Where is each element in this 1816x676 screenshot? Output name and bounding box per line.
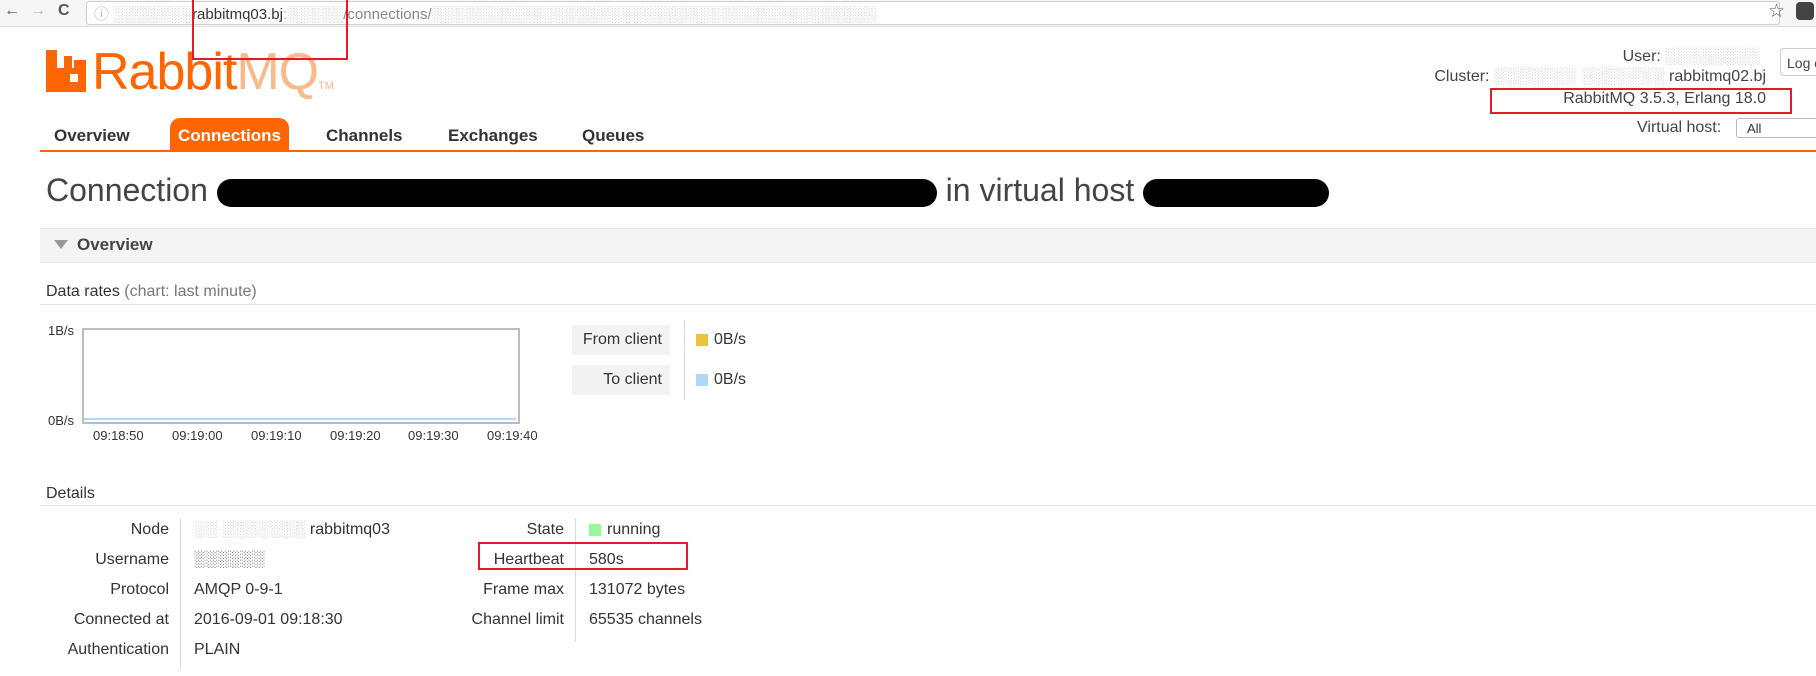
channel-limit-value: 65535 channels (589, 611, 702, 628)
x-tick: 09:19:00 (172, 428, 223, 443)
cluster-value-redacted: ░░░░░░░ ░░░░░░░ (1493, 68, 1665, 85)
tab-underline (40, 150, 1816, 152)
rabbitmq-logo-icon (46, 50, 86, 92)
authentication-value: PLAIN (194, 641, 241, 658)
frame-max-value: 131072 bytes (589, 581, 686, 598)
redacted-connection-name (216, 178, 937, 207)
logout-button[interactable]: Log out (1780, 48, 1816, 76)
annotation-box-version (1490, 88, 1792, 114)
back-icon[interactable]: ← (4, 2, 20, 20)
node-value-redacted: ░░ ░░░░░░░ (194, 521, 306, 538)
legend-to-client-value: 0B/s (714, 371, 747, 388)
x-tick: 09:19:30 (408, 428, 459, 443)
frame-max-label: Frame max (483, 581, 564, 598)
redacted-vhost (1143, 178, 1330, 207)
url-path: /connections/ (343, 6, 432, 23)
cluster-value: rabbitmq02.bj (1669, 68, 1766, 85)
tab-channels[interactable]: Channels (318, 118, 411, 150)
title-prefix: Connection (46, 172, 208, 208)
data-rates-title: Data rates (46, 283, 120, 300)
user-info: User: ░░░░░░░░ (1623, 48, 1760, 66)
node-value-text: rabbitmq03 (309, 521, 390, 538)
connected-at-label: Connected at (73, 611, 169, 628)
data-rates-chart (82, 328, 520, 424)
legend-from-client-value: 0B/s (714, 331, 747, 348)
username-label: Username (95, 551, 169, 568)
user-label: User: (1622, 48, 1661, 65)
legend-from-client-swatch (696, 334, 708, 346)
logo-tm: TM (318, 80, 334, 92)
details-divider (40, 505, 1816, 506)
cluster-info: Cluster: ░░░░░░░ ░░░░░░░ rabbitmq02.bj (1434, 68, 1766, 86)
chart-series-line (84, 418, 516, 420)
annotation-box-heartbeat (478, 542, 688, 570)
extension-icon[interactable] (1796, 2, 1814, 20)
url-tail: ░░░░░░░░░░░░░░░░░░░░░░░░░░░░░░░░░░░░░░░░ (431, 6, 877, 23)
y-tick-top: 1B/s (48, 323, 75, 338)
data-rates-heading: Data rates (chart: last minute) (46, 283, 257, 301)
state-indicator-icon (589, 524, 601, 536)
y-tick-bottom: 0B/s (48, 413, 75, 428)
legend-divider (684, 320, 685, 400)
forward-icon[interactable]: → (30, 2, 46, 20)
data-rates-divider (40, 304, 1816, 305)
authentication-label: Authentication (67, 641, 169, 658)
legend-to-client-label: To client (572, 365, 670, 395)
tab-queues[interactable]: Queues (574, 118, 652, 150)
page-title: Connection in virtual host (46, 172, 1330, 209)
cluster-label: Cluster: (1434, 68, 1490, 85)
username-value: ░░░░░░ (194, 551, 266, 568)
protocol-label: Protocol (110, 581, 169, 598)
channel-limit-label: Channel limit (471, 611, 564, 628)
legend-to-client-swatch (696, 374, 708, 386)
x-tick: 09:19:10 (251, 428, 302, 443)
tab-connections[interactable]: Connections (170, 118, 289, 150)
overview-section-bar[interactable] (40, 228, 1816, 263)
url-prefix: ⓘ ░░░░░░░ (94, 6, 193, 23)
data-rates-hint: (chart: last minute) (124, 283, 257, 300)
user-value: ░░░░░░░░ (1665, 48, 1760, 65)
tab-overview[interactable]: Overview (46, 118, 138, 150)
details-heading: Details (46, 485, 95, 502)
annotation-box-url (192, 0, 348, 60)
x-tick: 09:19:40 (487, 428, 538, 443)
state-value: running (607, 521, 661, 538)
vhost-label: Virtual host: (1637, 119, 1722, 136)
protocol-value: AMQP 0-9-1 (194, 581, 283, 598)
title-middle: in virtual host (945, 172, 1135, 208)
x-tick: 09:18:50 (93, 428, 144, 443)
x-tick: 09:19:20 (330, 428, 381, 443)
legend-from-client-label: From client (572, 325, 670, 355)
details-col-divider (180, 518, 181, 670)
bookmark-star-icon[interactable]: ☆ (1768, 0, 1785, 23)
section-title[interactable]: Overview (77, 235, 153, 255)
collapse-arrow-icon[interactable] (54, 240, 68, 249)
tab-exchanges[interactable]: Exchanges (440, 118, 546, 150)
node-label: Node (130, 521, 169, 538)
connected-at-value: 2016-09-01 09:18:30 (194, 611, 343, 628)
reload-icon[interactable]: C (58, 2, 70, 20)
state-label: State (526, 521, 564, 538)
details-col-divider (575, 518, 576, 642)
node-value: ░░ ░░░░░░░ rabbitmq03 (194, 521, 390, 539)
vhost-select[interactable]: All (1736, 118, 1816, 138)
